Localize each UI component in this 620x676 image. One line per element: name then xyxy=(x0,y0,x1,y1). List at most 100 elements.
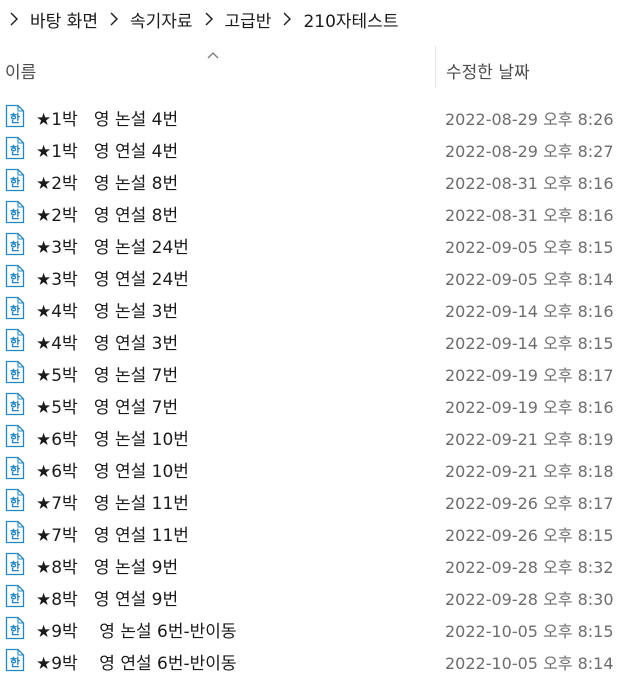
hwp-document-icon: 한 xyxy=(5,360,25,384)
svg-text:한: 한 xyxy=(10,175,20,189)
breadcrumb-item-folder[interactable]: 속기자료 xyxy=(128,7,195,32)
hwp-document-icon: 한 xyxy=(5,584,25,608)
file-name: ★1박 영 연설 4번 xyxy=(36,142,179,162)
svg-text:한: 한 xyxy=(10,431,20,445)
file-row[interactable]: 한 ★3박 영 논설 24번 2022-09-05 오후 8:15 xyxy=(0,228,620,260)
file-name: ★5박 영 연설 7번 xyxy=(36,398,179,418)
column-divider[interactable] xyxy=(435,46,436,88)
file-name: ★8박 영 연설 9번 xyxy=(36,590,179,610)
hwp-document-icon: 한 xyxy=(5,392,25,416)
file-name: ★4박 영 연설 3번 xyxy=(36,334,179,354)
hwp-document-icon: 한 xyxy=(5,200,25,224)
chevron-right-icon[interactable] xyxy=(100,12,128,26)
file-name: ★2박 영 논설 8번 xyxy=(36,174,179,194)
file-list: 한 ★1박 영 논설 4번 2022-08-29 오후 8:26 한 ★1박 영… xyxy=(0,100,620,676)
file-date-modified: 2022-09-14 오후 8:16 xyxy=(445,302,614,321)
chevron-right-icon[interactable] xyxy=(273,12,301,26)
file-row[interactable]: 한 ★2박 영 논설 8번 2022-08-31 오후 8:16 xyxy=(0,164,620,196)
hwp-document-icon: 한 xyxy=(5,424,25,448)
chevron-up-icon xyxy=(207,44,219,63)
column-header-date-modified[interactable]: 수정한 날짜 xyxy=(446,58,530,83)
svg-text:한: 한 xyxy=(10,495,20,509)
file-date-modified: 2022-09-28 오후 8:32 xyxy=(445,558,614,577)
file-name: ★7박 영 연설 11번 xyxy=(36,526,189,546)
file-row[interactable]: 한 ★8박 영 연설 9번 2022-09-28 오후 8:30 xyxy=(0,580,620,612)
hwp-document-icon: 한 xyxy=(5,616,25,640)
file-name: ★8박 영 논설 9번 xyxy=(36,558,179,578)
svg-text:한: 한 xyxy=(10,623,20,637)
svg-text:한: 한 xyxy=(10,591,20,605)
hwp-document-icon: 한 xyxy=(5,168,25,192)
file-row[interactable]: 한 ★3박 영 연설 24번 2022-09-05 오후 8:14 xyxy=(0,260,620,292)
column-header-name[interactable]: 이름 xyxy=(5,58,36,83)
svg-text:한: 한 xyxy=(10,239,20,253)
file-row[interactable]: 한 ★2박 영 연설 8번 2022-08-31 오후 8:16 xyxy=(0,196,620,228)
file-date-modified: 2022-09-05 오후 8:15 xyxy=(445,238,614,257)
file-date-modified: 2022-08-29 오후 8:26 xyxy=(445,110,614,129)
column-header: 이름 수정한 날짜 xyxy=(0,40,620,96)
file-date-modified: 2022-08-31 오후 8:16 xyxy=(445,174,614,193)
file-date-modified: 2022-09-26 오후 8:15 xyxy=(445,526,614,545)
file-date-modified: 2022-09-05 오후 8:14 xyxy=(445,270,614,289)
file-name: ★1박 영 논설 4번 xyxy=(36,110,179,130)
file-name: ★6박 영 논설 10번 xyxy=(36,430,189,450)
file-row[interactable]: 한 ★6박 영 논설 10번 2022-09-21 오후 8:19 xyxy=(0,420,620,452)
chevron-right-icon[interactable] xyxy=(0,12,28,26)
file-name: ★3박 영 논설 24번 xyxy=(36,238,189,258)
svg-text:한: 한 xyxy=(10,527,20,541)
file-date-modified: 2022-09-19 오후 8:17 xyxy=(445,366,614,385)
file-name: ★4박 영 논설 3번 xyxy=(36,302,179,322)
file-row[interactable]: 한 ★6박 영 연설 10번 2022-09-21 오후 8:18 xyxy=(0,452,620,484)
svg-text:한: 한 xyxy=(10,655,20,669)
svg-text:한: 한 xyxy=(10,271,20,285)
hwp-document-icon: 한 xyxy=(5,296,25,320)
file-date-modified: 2022-09-19 오후 8:16 xyxy=(445,398,614,417)
svg-text:한: 한 xyxy=(10,143,20,157)
file-date-modified: 2022-09-26 오후 8:17 xyxy=(445,494,614,513)
breadcrumb-item-current[interactable]: 210자테스트 xyxy=(301,7,400,32)
file-name: ★9박 영 논설 6번-반이동 xyxy=(36,622,237,642)
breadcrumb-item-desktop[interactable]: 바탕 화면 xyxy=(28,7,100,32)
file-name: ★7박 영 논설 11번 xyxy=(36,494,189,514)
file-row[interactable]: 한 ★9박 영 연설 6번-반이동 2022-10-05 오후 8:14 xyxy=(0,644,620,676)
file-date-modified: 2022-09-28 오후 8:30 xyxy=(445,590,614,609)
file-row[interactable]: 한 ★7박 영 논설 11번 2022-09-26 오후 8:17 xyxy=(0,484,620,516)
file-row[interactable]: 한 ★1박 영 논설 4번 2022-08-29 오후 8:26 xyxy=(0,100,620,132)
file-date-modified: 2022-08-31 오후 8:16 xyxy=(445,206,614,225)
svg-text:한: 한 xyxy=(10,367,20,381)
file-row[interactable]: 한 ★4박 영 연설 3번 2022-09-14 오후 8:15 xyxy=(0,324,620,356)
file-row[interactable]: 한 ★7박 영 연설 11번 2022-09-26 오후 8:15 xyxy=(0,516,620,548)
hwp-document-icon: 한 xyxy=(5,456,25,480)
hwp-document-icon: 한 xyxy=(5,136,25,160)
svg-text:한: 한 xyxy=(10,399,20,413)
hwp-document-icon: 한 xyxy=(5,264,25,288)
file-name: ★3박 영 연설 24번 xyxy=(36,270,189,290)
chevron-right-icon[interactable] xyxy=(195,12,223,26)
svg-text:한: 한 xyxy=(10,207,20,221)
hwp-document-icon: 한 xyxy=(5,552,25,576)
file-name: ★9박 영 연설 6번-반이동 xyxy=(36,654,237,674)
file-name: ★2박 영 연설 8번 xyxy=(36,206,179,226)
hwp-document-icon: 한 xyxy=(5,232,25,256)
svg-text:한: 한 xyxy=(10,111,20,125)
svg-text:한: 한 xyxy=(10,463,20,477)
file-row[interactable]: 한 ★1박 영 연설 4번 2022-08-29 오후 8:27 xyxy=(0,132,620,164)
svg-text:한: 한 xyxy=(10,335,20,349)
file-date-modified: 2022-09-21 오후 8:18 xyxy=(445,462,614,481)
file-row[interactable]: 한 ★4박 영 논설 3번 2022-09-14 오후 8:16 xyxy=(0,292,620,324)
svg-text:한: 한 xyxy=(10,559,20,573)
hwp-document-icon: 한 xyxy=(5,488,25,512)
breadcrumb-item-subfolder[interactable]: 고급반 xyxy=(223,7,274,32)
file-date-modified: 2022-09-21 오후 8:19 xyxy=(445,430,614,449)
file-name: ★5박 영 논설 7번 xyxy=(36,366,179,386)
file-date-modified: 2022-10-05 오후 8:15 xyxy=(445,622,614,641)
file-date-modified: 2022-09-14 오후 8:15 xyxy=(445,334,614,353)
file-row[interactable]: 한 ★8박 영 논설 9번 2022-09-28 오후 8:32 xyxy=(0,548,620,580)
file-row[interactable]: 한 ★9박 영 논설 6번-반이동 2022-10-05 오후 8:15 xyxy=(0,612,620,644)
breadcrumb: 바탕 화면 속기자료 고급반 210자테스트 xyxy=(0,0,620,38)
file-row[interactable]: 한 ★5박 영 연설 7번 2022-09-19 오후 8:16 xyxy=(0,388,620,420)
hwp-document-icon: 한 xyxy=(5,648,25,672)
file-row[interactable]: 한 ★5박 영 논설 7번 2022-09-19 오후 8:17 xyxy=(0,356,620,388)
file-date-modified: 2022-08-29 오후 8:27 xyxy=(445,142,614,161)
hwp-document-icon: 한 xyxy=(5,104,25,128)
